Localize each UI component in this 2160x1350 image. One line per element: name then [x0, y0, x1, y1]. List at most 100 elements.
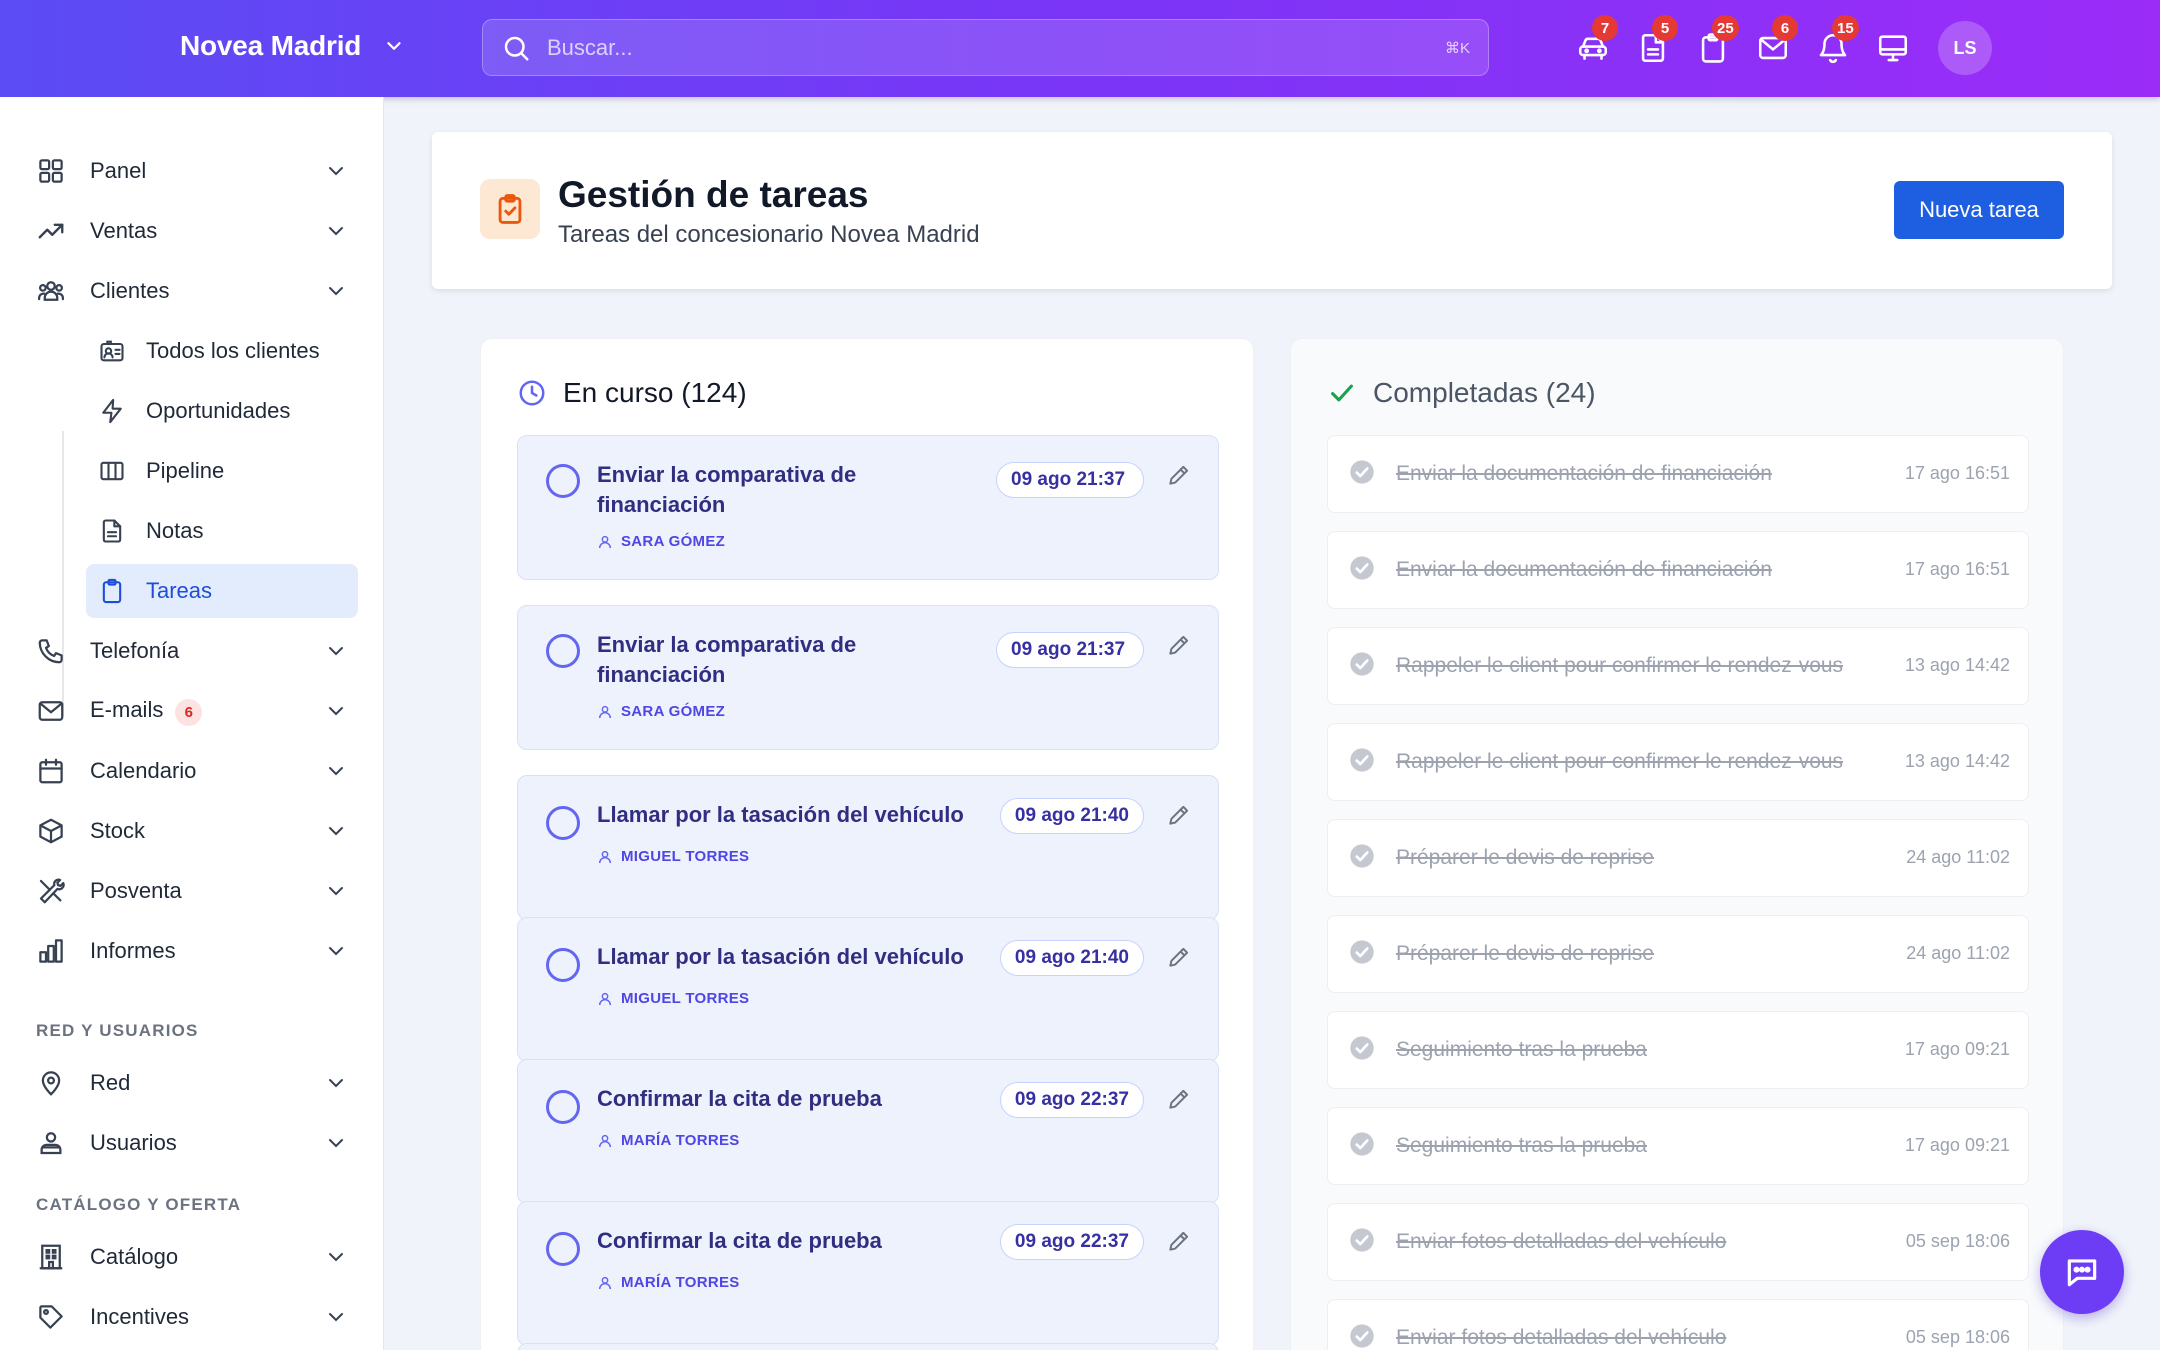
sidebar-item-red[interactable]: Red: [36, 1056, 358, 1110]
pencil-icon[interactable]: [1166, 462, 1192, 488]
chevron-down-icon: [329, 767, 343, 776]
check-circle-icon[interactable]: [1348, 842, 1376, 870]
check-circle-icon[interactable]: [1348, 458, 1376, 486]
sidebar-item-informes[interactable]: Informes: [36, 924, 358, 978]
check-circle-icon[interactable]: [1348, 554, 1376, 582]
search-bar[interactable]: ⌘K: [482, 19, 1489, 76]
sidebar-subitem-label: Pipeline: [146, 458, 225, 483]
task-card[interactable]: Enviar la comparativa de financiación SA…: [517, 435, 1219, 580]
monitor-icon[interactable]: [1876, 31, 1910, 65]
completed-task-row[interactable]: Seguimiento tras la prueba 17 ago 09:21: [1327, 1107, 2029, 1185]
completed-task-row[interactable]: Préparer le devis de reprise 24 ago 11:02: [1327, 915, 2029, 993]
check-circle-icon[interactable]: [1348, 1034, 1376, 1062]
sidebar-subitem-label: Oportunidades: [146, 398, 291, 423]
pencil-icon[interactable]: [1166, 1086, 1192, 1112]
sidebar-subitem-notas[interactable]: Notas: [86, 504, 358, 558]
check-circle-icon[interactable]: [1348, 1130, 1376, 1158]
task-card[interactable]: Confirmar la cita de prueba MARÍA TORRES…: [517, 1059, 1219, 1204]
clipboard-icon[interactable]: 25: [1696, 15, 1739, 65]
task-card[interactable]: Enviar la comparativa de financiación SA…: [517, 605, 1219, 750]
chevron-down-icon: [329, 287, 343, 296]
task-complete-checkbox[interactable]: [546, 806, 580, 840]
task-assignee-name: MARÍA TORRES: [621, 1274, 740, 1291]
avatar[interactable]: LS: [1938, 21, 1992, 75]
completed-task-row[interactable]: Enviar fotos detalladas del vehículo 05 s…: [1327, 1299, 2029, 1350]
task-card[interactable]: Confirmar la cita de prueba MARÍA TORRES…: [517, 1201, 1219, 1346]
sidebar-item-ventas[interactable]: Ventas: [36, 204, 358, 258]
sidebar-item-emails[interactable]: E-mails 6: [36, 684, 358, 738]
completed-task-row[interactable]: Enviar fotos detalladas del vehículo 05 s…: [1327, 1203, 2029, 1281]
page-subtitle: Tareas del concesionario Novea Madrid: [558, 221, 980, 248]
sidebar-item-label: Usuarios: [90, 1130, 177, 1155]
sidebar-item-stock[interactable]: Stock: [36, 804, 358, 858]
check-circle-icon[interactable]: [1348, 1322, 1376, 1350]
building-icon: [39, 1244, 63, 1270]
task-assignee-name: SARA GÓMEZ: [621, 703, 726, 720]
sidebar-item-label: Catálogo: [90, 1244, 179, 1269]
user-icon: [598, 1134, 612, 1147]
completed-task-row[interactable]: Enviar la documentación de financiación 1…: [1327, 531, 2029, 609]
mail-icon[interactable]: 6: [1756, 15, 1798, 65]
task-complete-checkbox[interactable]: [546, 1090, 580, 1124]
task-card[interactable]: Llamar por la tasación del vehículo MIGU…: [517, 775, 1219, 920]
bell-badge: 15: [1832, 15, 1859, 41]
pencil-icon[interactable]: [1166, 802, 1192, 828]
task-card[interactable]: [517, 1343, 1219, 1350]
completed-header: Completadas (24): [1327, 377, 1596, 409]
completed-task-title: Enviar fotos detalladas del vehículo: [1396, 1326, 1727, 1349]
task-due-date: 09 ago 22:37: [999, 1224, 1144, 1260]
task-complete-checkbox[interactable]: [546, 464, 580, 498]
sidebar-item-calendario[interactable]: Calendario: [36, 744, 358, 798]
check-circle-icon[interactable]: [1348, 746, 1376, 774]
completed-task-row[interactable]: Rappeler le client pour confirmer le ren…: [1327, 627, 2029, 705]
clipboard-check-icon: [480, 179, 540, 239]
in-progress-column: En curso (124) Enviar la comparativa de …: [480, 338, 1254, 1350]
contacts-icon: [100, 340, 124, 362]
box-icon: [39, 818, 63, 844]
bell-icon[interactable]: 15: [1816, 15, 1859, 65]
sidebar-item-panel[interactable]: Panel: [36, 144, 358, 198]
task-title: Llamar por la tasación del vehículo: [597, 802, 964, 827]
sidebar-item-incentives[interactable]: Incentives: [36, 1290, 358, 1344]
task-complete-checkbox[interactable]: [546, 634, 580, 668]
sidebar-subitem-pipeline[interactable]: Pipeline: [86, 444, 358, 498]
section-label-catalogo: CATÁLOGO Y OFERTA: [36, 1195, 242, 1214]
user-icon: [598, 850, 612, 863]
dealer-switcher[interactable]: Novea Madrid: [180, 30, 405, 62]
document-icon[interactable]: 5: [1636, 15, 1678, 65]
completed-task-row[interactable]: Rappeler le client pour confirmer le ren…: [1327, 723, 2029, 801]
sidebar-item-posventa[interactable]: Posventa: [36, 864, 358, 918]
pencil-icon[interactable]: [1166, 1228, 1192, 1254]
chat-bubble-icon: [2067, 1259, 2097, 1287]
task-complete-checkbox[interactable]: [546, 948, 580, 982]
completed-task-row[interactable]: Enviar la documentación de financiación 1…: [1327, 435, 2029, 513]
new-task-button[interactable]: Nueva tarea: [1894, 181, 2064, 239]
check-circle-icon[interactable]: [1348, 938, 1376, 966]
sidebar-item-catalogo[interactable]: Catálogo: [36, 1230, 358, 1284]
sidebar-subitem-oportunidades[interactable]: Oportunidades: [86, 384, 358, 438]
completed-task-row[interactable]: Seguimiento tras la prueba 17 ago 09:21: [1327, 1011, 2029, 1089]
check-circle-icon[interactable]: [1348, 650, 1376, 678]
sidebar-item-usuarios[interactable]: Usuarios: [36, 1116, 358, 1170]
completed-task-title: Enviar la documentación de financiación: [1396, 558, 1772, 581]
sidebar-item-clientes[interactable]: Clientes: [36, 264, 358, 318]
chevron-down-icon: [387, 42, 401, 50]
chat-button[interactable]: [2040, 1230, 2124, 1314]
sidebar-subitem-todos-clientes[interactable]: Todos los clientes: [86, 324, 358, 378]
pencil-icon[interactable]: [1166, 632, 1192, 658]
task-card[interactable]: Llamar por la tasación del vehículo MIGU…: [517, 917, 1219, 1062]
map-pin-icon: [41, 1071, 61, 1096]
sidebar-subitem-tareas[interactable]: Tareas: [86, 564, 358, 618]
check-circle-icon[interactable]: [1348, 1226, 1376, 1254]
search-input[interactable]: [547, 34, 1445, 61]
sidebar-item-telefonia[interactable]: Telefonía: [36, 624, 358, 678]
sidebar-subitem-label: Todos los clientes: [146, 338, 320, 363]
car-icon[interactable]: 7: [1576, 15, 1618, 65]
task-assignee-name: MIGUEL TORRES: [621, 990, 750, 1007]
sidebar-item-label: Incentives: [90, 1304, 190, 1329]
completed-task-row[interactable]: Préparer le devis de reprise 24 ago 11:02: [1327, 819, 2029, 897]
pencil-icon[interactable]: [1166, 944, 1192, 970]
user-icon: [598, 705, 612, 718]
completed-task-date: 17 ago 16:51: [1904, 463, 2010, 483]
task-complete-checkbox[interactable]: [546, 1232, 580, 1266]
